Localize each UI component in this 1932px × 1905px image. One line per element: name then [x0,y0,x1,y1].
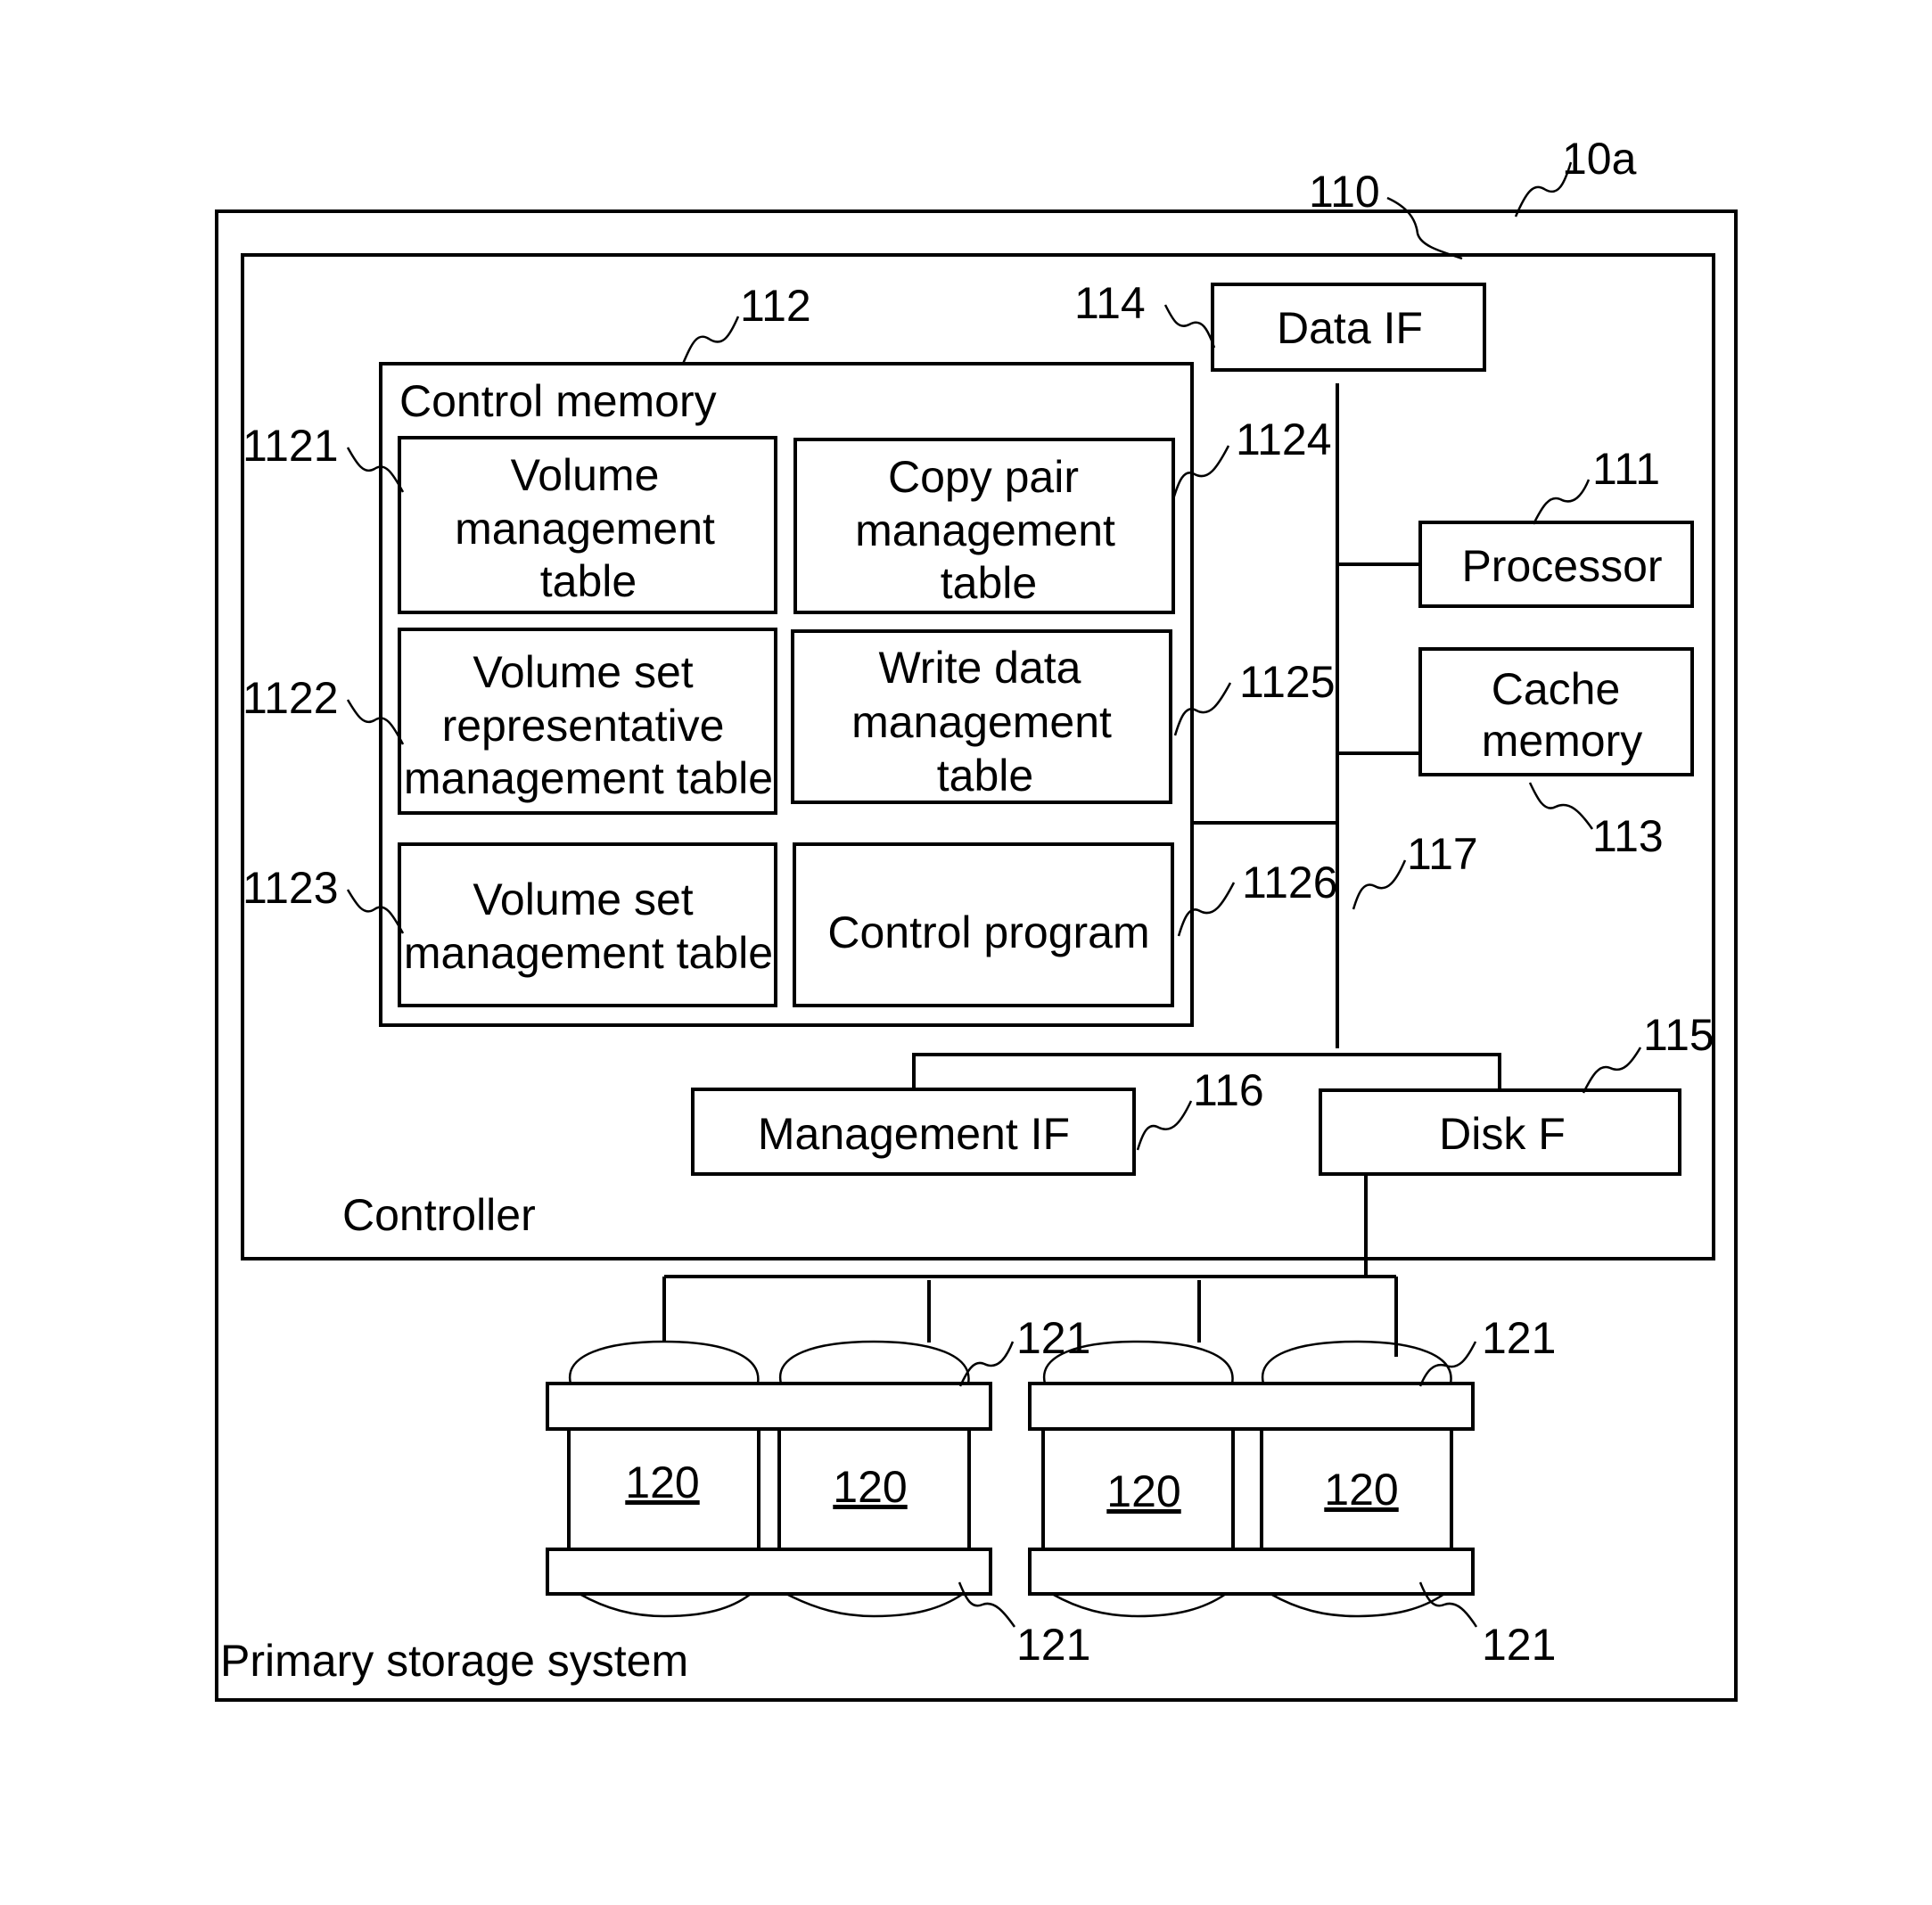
disk-1-ref: 120 [625,1457,699,1507]
copy-pair-management-table-line3: table [941,558,1037,608]
ref-117: 117 [1407,829,1478,879]
ref-115: 115 [1643,1010,1714,1060]
copy-pair-management-table-line1: Copy pair [888,452,1079,502]
volume-set-representative-table-line1: Volume set [473,647,693,697]
ref-1123: 1123 [243,863,339,913]
ref-114: 114 [1074,278,1146,328]
write-data-management-table-line1: Write data [879,643,1081,693]
volume-set-management-table-line2: management table [404,928,773,978]
ref-121-bottom-left: 121 [1016,1620,1090,1670]
processor-label: Processor [1461,541,1662,591]
primary-storage-system-label: Primary storage system [220,1636,688,1686]
ref-112: 112 [740,281,811,331]
ref-1126: 1126 [1242,858,1338,907]
ref-121-top-left: 121 [1016,1313,1090,1363]
ref-121-bottom-right: 121 [1482,1620,1556,1670]
volume-set-representative-table-line3: management table [404,753,773,803]
ref-116: 116 [1193,1065,1264,1115]
disk-group-2-top-bar [1028,1382,1475,1431]
ref-1125: 1125 [1239,657,1336,707]
control-program-label: Control program [827,907,1149,957]
ref-10a: 10a [1562,134,1637,184]
volume-set-management-table-line1: Volume set [473,874,693,924]
ref-1124: 1124 [1236,415,1332,464]
disk-2-ref: 120 [833,1462,907,1512]
ref-111: 111 [1592,444,1660,494]
write-data-management-table-line3: table [937,751,1033,801]
ref-1121: 1121 [243,421,339,471]
volume-set-management-table-box [398,842,777,1007]
disk-group-2-bottom-bar [1028,1548,1475,1596]
storage-system-diagram: Primary storage system 10a Controller 11… [215,134,1738,1702]
disk-group-1-bottom-bar [546,1548,992,1596]
ref-110: 110 [1309,167,1380,217]
cache-memory-line2: memory [1482,716,1643,766]
management-if-label: Management IF [758,1109,1070,1159]
cache-memory-line1: Cache [1492,664,1621,714]
volume-set-representative-table-line2: representative [442,701,725,751]
ref-1122: 1122 [243,673,339,723]
write-data-management-table-line2: management [851,697,1112,747]
ref-113: 113 [1592,811,1664,861]
controller-label: Controller [342,1190,536,1240]
disk-if-label: Disk F [1439,1109,1566,1159]
disk-4-ref: 120 [1324,1465,1398,1515]
copy-pair-management-table-line2: management [855,505,1115,555]
volume-management-table-line3: table [540,556,637,606]
volume-management-table-line1: Volume [511,450,660,500]
data-if-label: Data IF [1277,303,1423,353]
disk-3-ref: 120 [1106,1466,1180,1516]
control-memory-label: Control memory [399,376,717,426]
volume-management-table-line2: management [455,504,715,554]
disk-group-1-top-bar [546,1382,992,1431]
ref-121-top-right: 121 [1482,1313,1556,1363]
